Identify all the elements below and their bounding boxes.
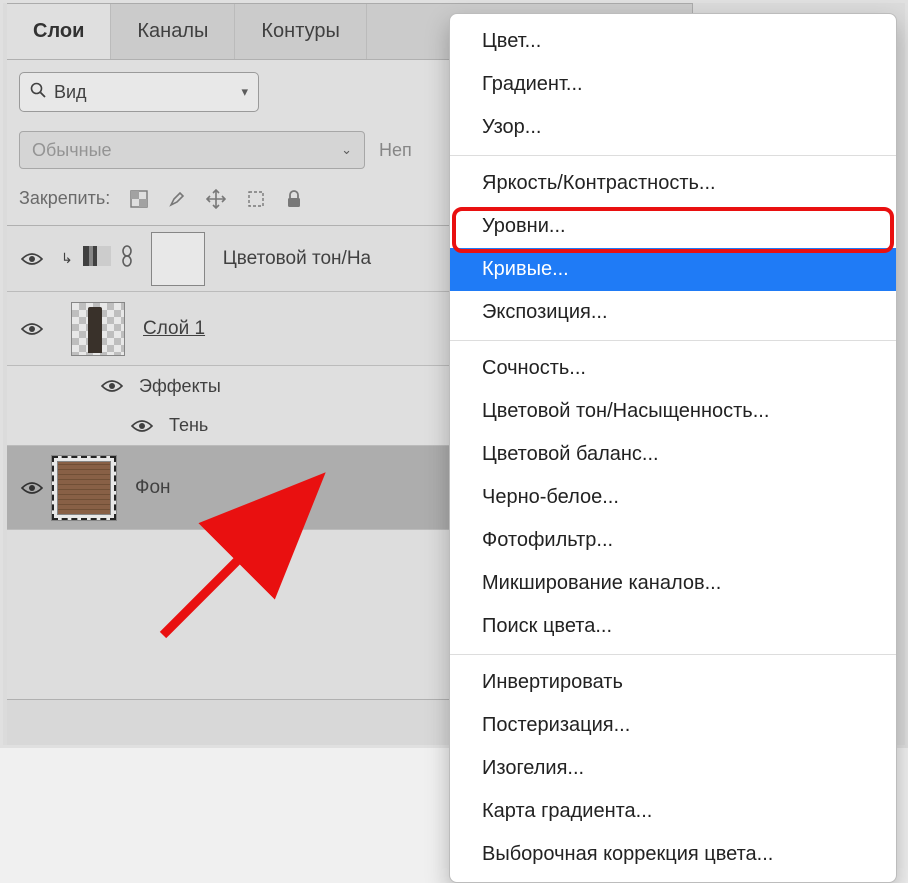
tab-paths[interactable]: Контуры bbox=[235, 4, 366, 59]
adjustment-thumb-icon bbox=[83, 246, 111, 271]
effects-label: Эффекты bbox=[139, 376, 221, 397]
lock-all-icon[interactable] bbox=[286, 190, 302, 208]
mask-thumb[interactable] bbox=[151, 232, 205, 286]
tab-layers[interactable]: Слои bbox=[7, 4, 111, 59]
menu-item[interactable]: Изогелия... bbox=[450, 747, 896, 790]
layer-filter-combo[interactable]: Вид ▾ bbox=[19, 72, 259, 112]
lock-position-icon[interactable] bbox=[206, 189, 226, 209]
visibility-eye-icon[interactable] bbox=[17, 252, 47, 266]
menu-separator bbox=[450, 654, 896, 655]
blend-mode-combo[interactable]: Обычные ⌄ bbox=[19, 131, 365, 169]
visibility-eye-icon[interactable] bbox=[127, 419, 157, 433]
menu-item[interactable]: Градиент... bbox=[450, 63, 896, 106]
menu-item-curves[interactable]: Кривые... bbox=[450, 248, 896, 291]
chevron-down-icon: ▾ bbox=[241, 84, 248, 100]
menu-item[interactable]: Черно-белое... bbox=[450, 476, 896, 519]
menu-item[interactable]: Выборочная коррекция цвета... bbox=[450, 833, 896, 876]
menu-item[interactable]: Яркость/Контрастность... bbox=[450, 162, 896, 205]
menu-item[interactable]: Инвертировать bbox=[450, 661, 896, 704]
tab-channels[interactable]: Каналы bbox=[111, 4, 235, 59]
menu-item[interactable]: Экспозиция... bbox=[450, 291, 896, 334]
lock-label: Закрепить: bbox=[19, 188, 110, 209]
menu-item[interactable]: Цветовой тон/Насыщенность... bbox=[450, 390, 896, 433]
expand-arrow-icon[interactable]: ↳ bbox=[61, 250, 73, 267]
chevron-down-icon: ⌄ bbox=[341, 142, 352, 158]
opacity-label-truncated: Неп bbox=[379, 140, 412, 161]
visibility-eye-icon[interactable] bbox=[97, 379, 127, 393]
lock-brush-icon[interactable] bbox=[168, 190, 186, 208]
layer-thumbnail-selected[interactable] bbox=[51, 455, 117, 521]
lock-artboard-icon[interactable] bbox=[246, 189, 266, 209]
menu-item[interactable]: Цвет... bbox=[450, 20, 896, 63]
visibility-eye-icon[interactable] bbox=[17, 481, 47, 495]
menu-item[interactable]: Постеризация... bbox=[450, 704, 896, 747]
filter-label: Вид bbox=[54, 82, 87, 103]
layer-name: Цветовой тон/На bbox=[223, 248, 371, 270]
menu-item[interactable]: Поиск цвета... bbox=[450, 605, 896, 648]
menu-item[interactable]: Фотофильтр... bbox=[450, 519, 896, 562]
menu-item[interactable]: Цветовой баланс... bbox=[450, 433, 896, 476]
effect-name: Тень bbox=[169, 415, 208, 436]
search-icon bbox=[30, 82, 46, 103]
menu-separator bbox=[450, 155, 896, 156]
menu-item[interactable]: Микширование каналов... bbox=[450, 562, 896, 605]
menu-item[interactable]: Сочность... bbox=[450, 347, 896, 390]
lock-transparency-icon[interactable] bbox=[130, 190, 148, 208]
menu-separator bbox=[450, 340, 896, 341]
link-icon[interactable] bbox=[121, 245, 133, 272]
menu-item[interactable]: Узор... bbox=[450, 106, 896, 149]
menu-item[interactable]: Карта градиента... bbox=[450, 790, 896, 833]
blend-mode-label: Обычные bbox=[32, 140, 112, 161]
visibility-eye-icon[interactable] bbox=[17, 322, 47, 336]
layer-name: Фон bbox=[135, 477, 171, 499]
layer-thumbnail[interactable] bbox=[71, 302, 125, 356]
menu-item[interactable]: Уровни... bbox=[450, 205, 896, 248]
layer-name: Слой 1 bbox=[143, 318, 205, 340]
adjustment-layer-menu: Цвет... Градиент... Узор... Яркость/Конт… bbox=[449, 13, 897, 883]
